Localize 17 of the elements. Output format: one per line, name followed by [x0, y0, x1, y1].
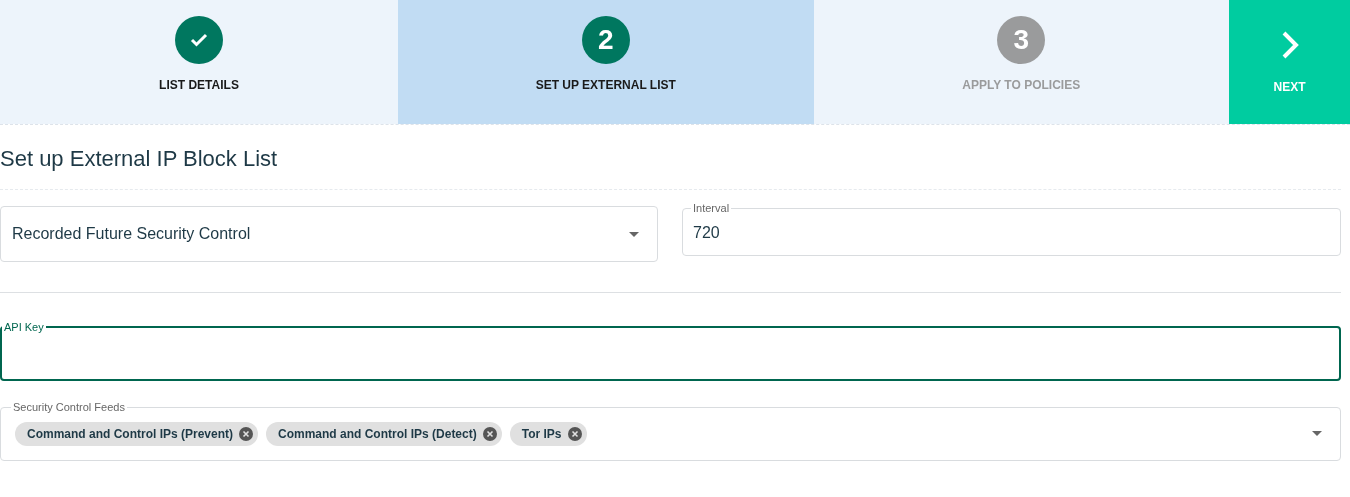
- step-number: 3: [997, 16, 1046, 64]
- step-label: LIST DETAILS: [159, 77, 239, 94]
- page-title: Set up External IP Block List: [0, 145, 1341, 190]
- remove-icon[interactable]: [239, 426, 254, 441]
- remove-icon[interactable]: [482, 426, 497, 441]
- wizard-step[interactable]: 2 SET UP EXTERNAL LIST: [398, 0, 814, 124]
- feed-chip[interactable]: Command and Control IPs (Prevent): [15, 421, 259, 446]
- feed-chip[interactable]: Tor IPs: [509, 421, 587, 446]
- wizard-step[interactable]: LIST DETAILS: [0, 0, 398, 124]
- step-label: APPLY TO POLICIES: [962, 77, 1081, 94]
- dropdown-caret-icon: [629, 231, 639, 237]
- feed-chip[interactable]: Command and Control IPs (Detect): [266, 421, 502, 446]
- remove-icon[interactable]: [567, 426, 582, 441]
- step-number: 2: [581, 16, 630, 64]
- dropdown-caret-icon: [1312, 431, 1322, 437]
- source-select[interactable]: Recorded Future Security Control: [0, 206, 658, 262]
- step-label: SET UP EXTERNAL LIST: [535, 77, 676, 94]
